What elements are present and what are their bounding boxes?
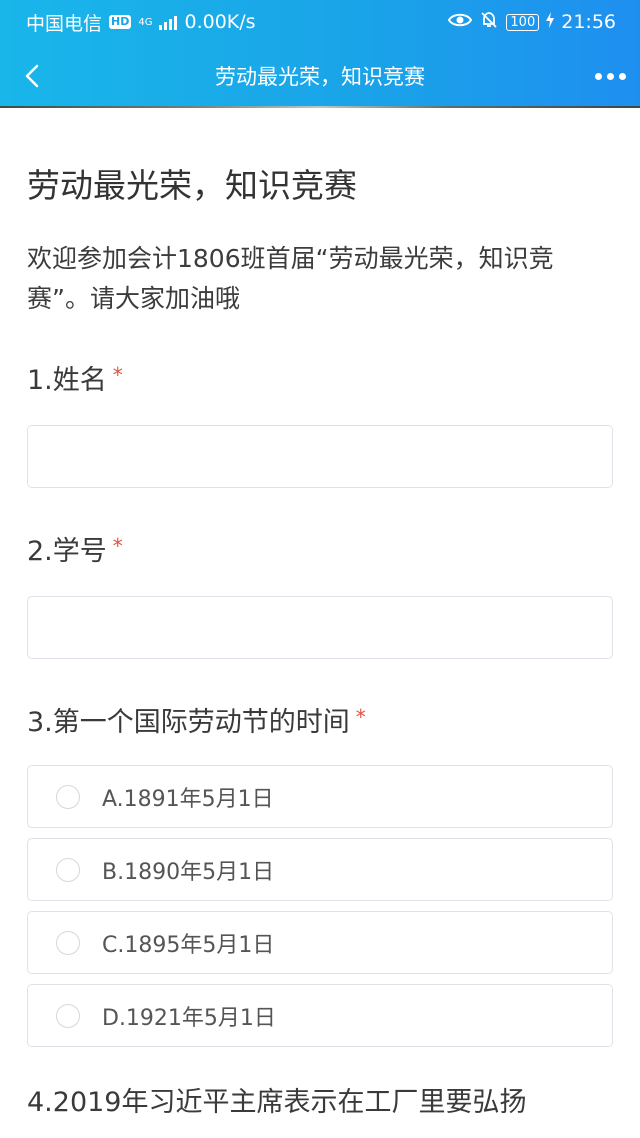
option-label: A.1891年5月1日	[102, 786, 274, 812]
eye-icon	[448, 11, 473, 33]
clock: 21:56	[561, 11, 616, 33]
form-description: 欢迎参加会计1806班首届“劳动最光荣，知识竞赛”。请大家加油哦	[27, 244, 554, 313]
app-header: 中国电信 HD 4G 0.00K/s 100 21:56 劳动最光荣，知识竞赛	[0, 0, 640, 108]
network-type: 4G	[138, 16, 153, 28]
nav-bar: 劳动最光荣，知识竞赛	[0, 44, 640, 108]
question-labor-day: 3.第一个国际劳动节的时间 * A.1891年5月1日 B.1890年5月1日 C…	[27, 705, 613, 1047]
required-mark: *	[355, 705, 366, 729]
network-speed: 0.00K/s	[184, 11, 256, 33]
more-dots-icon	[594, 72, 602, 80]
form-title: 劳动最光荣，知识竞赛	[27, 166, 357, 205]
nav-title: 劳动最光荣，知识竞赛	[215, 65, 425, 89]
option-c[interactable]: C.1895年5月1日	[27, 911, 613, 974]
option-d[interactable]: D.1921年5月1日	[27, 984, 613, 1047]
radio-icon[interactable]	[56, 1003, 80, 1028]
more-button[interactable]	[590, 60, 630, 92]
form-content: 劳动最光荣，知识竞赛 欢迎参加会计1806班首届“劳动最光荣，知识竞赛”。请大家…	[0, 166, 640, 1121]
question-label: 2.学号	[27, 536, 107, 567]
radio-icon[interactable]	[56, 857, 80, 882]
battery-icon: 100	[506, 13, 540, 31]
carrier-label: 中国电信	[26, 12, 103, 35]
option-label: B.1890年5月1日	[102, 859, 275, 885]
radio-icon[interactable]	[56, 930, 80, 955]
signal-icon	[159, 14, 178, 30]
chevron-left-icon	[25, 64, 39, 88]
required-mark: *	[112, 534, 123, 558]
question-label: 1.姓名	[27, 365, 107, 396]
option-label: D.1921年5月1日	[102, 1005, 276, 1031]
option-b[interactable]: B.1890年5月1日	[27, 838, 613, 901]
charging-icon	[546, 11, 555, 33]
required-mark: *	[112, 363, 123, 387]
name-input[interactable]	[27, 425, 613, 488]
option-label: C.1895年5月1日	[102, 932, 275, 958]
question-craftsmanship: 4.2019年习近平主席表示在工厂里要弘扬	[27, 1085, 613, 1121]
option-a[interactable]: A.1891年5月1日	[27, 765, 613, 828]
back-button[interactable]	[12, 56, 52, 96]
status-bar: 中国电信 HD 4G 0.00K/s 100 21:56	[0, 0, 640, 44]
mute-bell-icon	[479, 10, 499, 35]
radio-icon[interactable]	[56, 784, 80, 809]
question-name: 1.姓名 *	[27, 363, 613, 488]
question-label: 3.第一个国际劳动节的时间	[27, 707, 350, 738]
question-label: 4.2019年习近平主席表示在工厂里要弘扬	[27, 1087, 527, 1118]
student-id-input[interactable]	[27, 596, 613, 659]
option-list: A.1891年5月1日 B.1890年5月1日 C.1895年5月1日 D.19…	[27, 765, 613, 1047]
header-banner-strip	[0, 106, 640, 108]
question-student-id: 2.学号 *	[27, 534, 613, 659]
hd-icon: HD	[109, 15, 132, 29]
